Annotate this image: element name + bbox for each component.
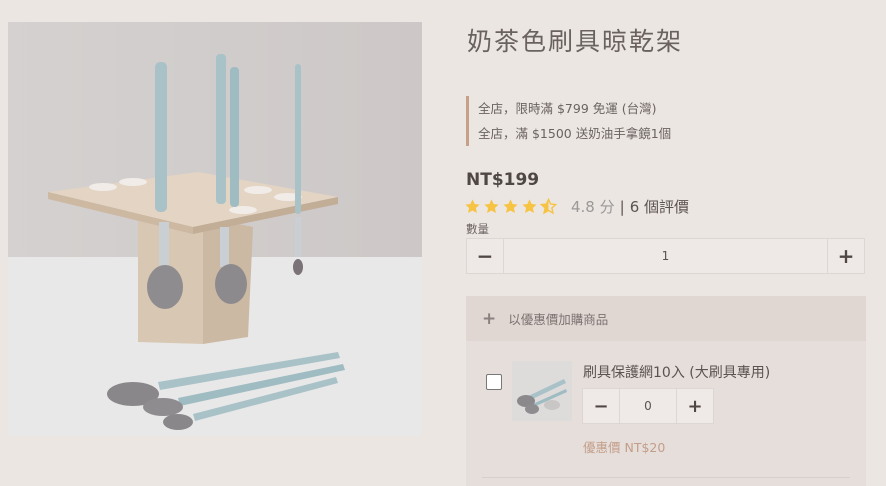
rating-score: 4.8 分 xyxy=(571,198,615,216)
review-count-link[interactable]: 6 個評價 xyxy=(630,196,689,217)
addon-checkbox[interactable] xyxy=(486,374,502,390)
quantity-label: 數量 xyxy=(466,222,489,236)
quantity-input[interactable]: 1 xyxy=(504,239,827,273)
addon-item-name: 刷具保護網10入 (大刷具專用) xyxy=(583,365,771,381)
promotion-item: 全店，限時滿 $799 免運 (台灣) xyxy=(478,101,657,116)
quantity-increase-button[interactable]: + xyxy=(827,239,864,273)
star-full-icon xyxy=(503,199,518,213)
addon-header-label: 以優惠價加購商品 xyxy=(508,312,609,327)
rating-stars xyxy=(464,198,557,215)
promotion-item: 全店，滿 $1500 送奶油手拿鏡1個 xyxy=(478,126,672,141)
star-half-icon xyxy=(540,198,557,215)
rating-summary[interactable]: 4.8 分 | 6 個評價 xyxy=(464,196,689,217)
addon-quantity-stepper: − 0 + xyxy=(582,388,714,424)
addon-item: 刷具保護網10入 (大刷具專用) − 0 + 優惠價 NT$20 xyxy=(466,341,866,486)
product-image xyxy=(8,22,422,436)
quantity-decrease-button[interactable]: − xyxy=(467,239,504,273)
addon-quantity-increase-button[interactable]: + xyxy=(676,389,713,423)
addon-section: + 以優惠價加購商品 刷具保護網10入 (大刷具專用) − 0 + 優惠價 NT… xyxy=(466,296,866,486)
star-full-icon xyxy=(465,199,480,213)
addon-quantity-input[interactable]: 0 xyxy=(620,389,676,423)
plus-icon: + xyxy=(482,308,497,329)
rating-separator: | xyxy=(619,197,625,216)
divider xyxy=(482,477,850,478)
addon-thumbnail xyxy=(512,361,572,421)
addon-item-price: 優惠價 NT$20 xyxy=(583,440,666,455)
star-full-icon xyxy=(522,199,537,213)
quantity-stepper: − 1 + xyxy=(466,238,865,274)
addon-header[interactable]: + 以優惠價加購商品 xyxy=(466,296,866,341)
addon-quantity-decrease-button[interactable]: − xyxy=(583,389,620,423)
promotion-list: 全店，限時滿 $799 免運 (台灣) 全店，滿 $1500 送奶油手拿鏡1個 xyxy=(466,96,671,146)
product-title: 奶茶色刷具晾乾架 xyxy=(467,27,684,56)
star-full-icon xyxy=(484,199,499,213)
product-price: NT$199 xyxy=(466,170,540,190)
